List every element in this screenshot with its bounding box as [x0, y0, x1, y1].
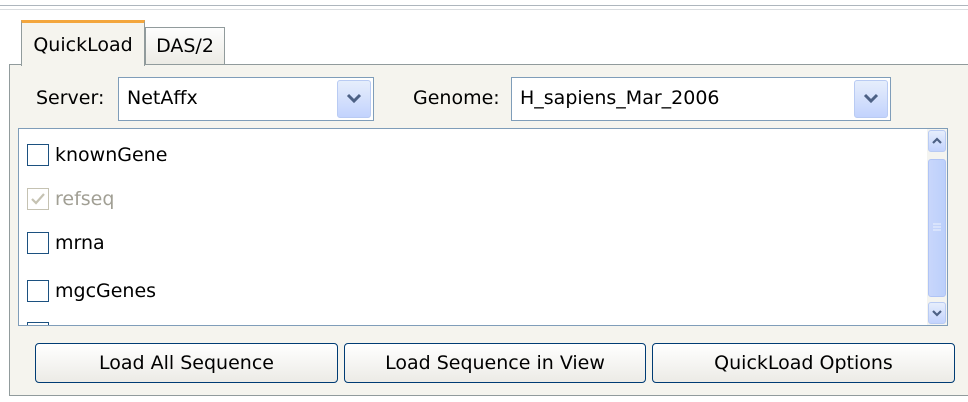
genome-label: Genome: — [413, 87, 500, 109]
list-item-label: mrna — [55, 232, 105, 254]
list-item-label: mgcGenes — [55, 280, 157, 302]
genome-select[interactable]: H_sapiens_Mar_2006 — [511, 77, 891, 121]
genome-dropdown-button[interactable] — [854, 80, 888, 118]
genome-select-value: H_sapiens_Mar_2006 — [520, 87, 720, 109]
scroll-up-button[interactable] — [928, 130, 946, 152]
load-all-sequence-button[interactable]: Load All Sequence — [35, 343, 338, 383]
chevron-down-icon — [346, 93, 362, 104]
server-label: Server: — [36, 87, 105, 109]
list-item-label: knownGene — [55, 144, 168, 166]
quickload-options-button[interactable]: QuickLoad Options — [652, 343, 955, 383]
list-item-mgcgenes[interactable]: mgcGenes — [27, 276, 156, 306]
scroll-thumb[interactable] — [928, 159, 946, 297]
checkbox-partial[interactable] — [27, 322, 49, 325]
server-select[interactable]: NetAffx — [118, 77, 374, 121]
scroll-down-button[interactable] — [928, 302, 946, 324]
checkbox-refseq — [27, 188, 49, 210]
chevron-down-icon — [863, 93, 879, 104]
list-item-knowngene[interactable]: knownGene — [27, 140, 167, 170]
list-item-partial[interactable] — [27, 318, 49, 325]
grip-icon — [933, 223, 941, 231]
chevron-down-icon — [932, 310, 942, 317]
chevron-up-icon — [932, 137, 942, 144]
server-dropdown-button[interactable] — [337, 80, 371, 118]
checkbox-mrna[interactable] — [27, 232, 49, 254]
load-sequence-in-view-button[interactable]: Load Sequence in View — [344, 343, 646, 383]
checkbox-mgcgenes[interactable] — [27, 280, 49, 302]
list-item-label: refseq — [55, 188, 115, 210]
list-item-mrna[interactable]: mrna — [27, 228, 105, 258]
feature-list[interactable]: knownGene refseq mrna mgcGenes — [18, 128, 948, 326]
vertical-scrollbar[interactable] — [927, 129, 947, 325]
list-item-refseq: refseq — [27, 184, 114, 214]
server-select-value: NetAffx — [127, 87, 198, 109]
check-icon — [31, 193, 45, 205]
checkbox-knowngene[interactable] — [27, 144, 49, 166]
